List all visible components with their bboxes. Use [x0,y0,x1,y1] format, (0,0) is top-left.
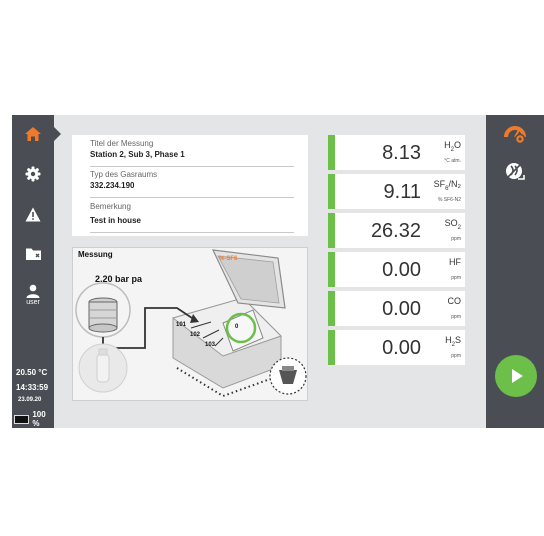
reading-value: 26.32 [370,220,421,242]
reading-unit: CO [423,296,462,309]
diagram-graphic [75,249,307,398]
battery-icon [14,414,30,424]
reading-value: 8.13 [382,142,421,164]
lid-label: %-SF6 [219,256,238,262]
reading-unit: SO2 [423,218,461,231]
reading-status-bar [328,135,335,170]
gauge-settings-button[interactable] [502,121,528,147]
reading-value: 0.00 [382,337,421,359]
reading-value: 0.00 [382,259,421,281]
flow-off-icon [506,163,525,180]
unit-tail: S [454,335,461,345]
active-indicator [54,127,61,141]
date-readout: 23.09.20 [18,397,42,403]
nav-settings-button[interactable] [12,157,54,191]
reading-h2o[interactable]: 8.13 H2O °C atm. [328,135,465,170]
reading-unit: SF6/N₂ [423,179,461,192]
reading-status-bar [328,330,335,365]
unit-tail: /N₂ [448,179,462,189]
device-screen: user 20.50 °C 14:33:59 23.09.20 100 % Ti… [12,115,544,428]
play-icon [512,369,523,383]
unit-tail: O [453,140,461,150]
reading-subunit: ppm [451,353,461,359]
field-gas-type[interactable]: Typ des Gasraums 332.234.190 [90,170,294,198]
left-sidebar: user 20.50 °C 14:33:59 23.09.20 100 % [12,115,61,428]
nav-warnings-button[interactable] [12,197,54,231]
nav-files-button[interactable] [12,237,54,271]
temperature-readout: 20.50 °C [16,368,48,377]
field-remark-value: Test in house [90,216,141,225]
reading-status-bar [328,213,335,248]
nav-home-button[interactable] [12,117,54,151]
reading-unit: HF [423,257,461,270]
unit-subscript: 2 [457,224,461,231]
reading-subunit: ppm [451,314,461,320]
unit-main: HF [449,257,461,267]
clock-readout: 14:33:59 [16,383,49,392]
diagram-title: Messung [78,250,113,259]
unit-main: SF [433,179,446,189]
field-title-value: Station 2, Sub 3, Phase 1 [90,150,185,159]
reading-h2s[interactable]: 0.00 H2S ppm [328,330,465,365]
nav-user-button[interactable]: user [12,275,54,315]
folder-icon [25,248,41,260]
battery-level: 100 % [32,410,46,428]
measurement-diagram: Messung 2.20 bar pa %-SF6 101 102 103 0 [72,247,308,401]
gear-icon [25,166,41,182]
pressure-label: 2.20 bar pa [95,274,143,284]
warning-icon [25,207,41,221]
start-button[interactable] [495,355,537,397]
measurement-info-card[interactable]: Titel der Messung Station 2, Sub 3, Phas… [72,135,308,236]
home-icon [25,127,41,141]
unit-main: SO [444,218,458,228]
field-gas-type-label: Typ des Gasraums [90,170,158,179]
field-title-label: Titel der Messung [90,139,154,148]
flow-off-button[interactable] [502,159,528,185]
field-remark-label: Bemerkung [90,202,131,211]
reading-status-bar [328,291,335,326]
reading-unit: H2O [423,140,461,153]
battery-status: 100 % [14,410,54,428]
gauge-label: 0 [235,324,239,330]
reading-unit: H2S [423,335,461,348]
user-label: user [26,299,40,306]
reading-subunit: % SF6-N2 [437,197,461,203]
port-103-label: 103 [205,342,216,348]
reading-so2[interactable]: 26.32 SO2 ppm [328,213,465,248]
gauge-gear-icon [504,126,526,145]
port-102-label: 102 [190,332,201,338]
unit-main: CO [447,296,462,306]
reading-subunit: ppm [451,236,461,242]
field-gas-type-value: 332.234.190 [90,181,135,190]
reading-value: 0.00 [382,298,421,320]
field-remark[interactable]: Bemerkung Test in house [90,202,294,233]
field-title[interactable]: Titel der Messung Station 2, Sub 3, Phas… [90,139,294,167]
right-sidebar [486,115,544,428]
reading-hf[interactable]: 0.00 HF ppm [328,252,465,287]
reading-co[interactable]: 0.00 CO ppm [328,291,465,326]
reading-subunit: ppm [451,275,461,281]
user-icon [26,284,40,298]
reading-value: 9.11 [383,181,421,203]
reading-status-bar [328,174,335,209]
reading-status-bar [328,252,335,287]
port-101-label: 101 [176,322,187,328]
reading-sf6-n2[interactable]: 9.11 SF6/N₂ % SF6-N2 [328,174,465,209]
reading-subunit: °C atm. [444,158,461,164]
